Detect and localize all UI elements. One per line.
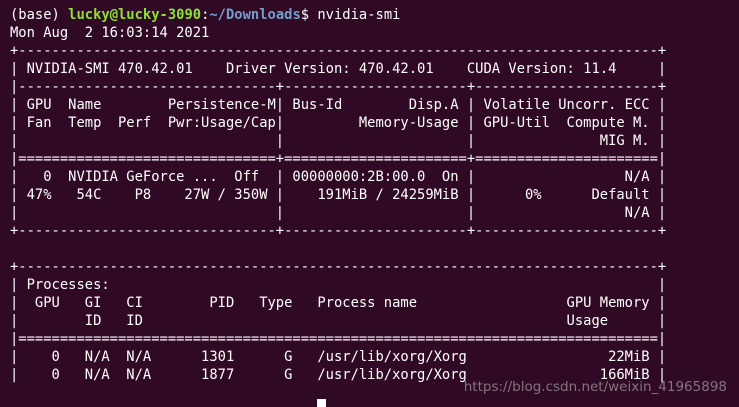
conda-env: (base): [10, 7, 69, 23]
prompt-line: (base) lucky@lucky-3090:~/Downloads$ nvi…: [10, 6, 400, 24]
timestamp: Mon Aug 2 16:03:14 2021: [10, 25, 210, 41]
gpu-row-3: | | | N/A |: [10, 205, 667, 221]
processes-top-border: +---------------------------------------…: [10, 259, 667, 275]
column-header-1: | GPU Name Persistence-M| Bus-Id Disp.A …: [10, 97, 667, 113]
gpu-row-1: | 0 NVIDIA GeForce ... Off | 00000000:2B…: [10, 169, 667, 185]
table-separator: |-------------------------------+-------…: [10, 79, 667, 95]
terminal-window[interactable]: (base) lucky@lucky-3090:~/Downloads$ nvi…: [0, 0, 739, 407]
processes-title: | Processes: |: [10, 277, 667, 293]
watermark: https://blog.csdn.net/weixin_41965898: [463, 379, 727, 395]
process-row-1: | 0 N/A N/A 1301 G /usr/lib/xorg/Xorg 22…: [10, 349, 667, 365]
processes-header-1: | GPU GI CI PID Type Process name GPU Me…: [10, 295, 667, 311]
processes-separator: |=======================================…: [10, 331, 667, 347]
processes-header-2: | ID ID Usage |: [10, 313, 667, 329]
table-bottom-border: +-------------------------------+-------…: [10, 223, 667, 239]
command-text: nvidia-smi: [317, 7, 401, 23]
user-host: lucky@lucky-3090: [68, 7, 202, 23]
column-header-3: | | | MIG M. |: [10, 133, 667, 149]
gpu-row-2: | 47% 54C P8 27W / 350W | 191MiB / 24259…: [10, 187, 667, 203]
cursor-block: [317, 399, 327, 407]
table-double-separator: |===============================+=======…: [10, 151, 667, 167]
table-top-border: +---------------------------------------…: [10, 43, 667, 59]
prompt-dollar: $: [300, 7, 318, 23]
version-header: | NVIDIA-SMI 470.42.01 Driver Version: 4…: [10, 61, 667, 77]
next-prompt-line[interactable]: (base) lucky@lucky-3090:~/Downloads$: [10, 398, 327, 407]
column-header-2: | Fan Temp Perf Pwr:Usage/Cap| Memory-Us…: [10, 115, 667, 131]
current-path: ~/Downloads: [209, 7, 301, 23]
